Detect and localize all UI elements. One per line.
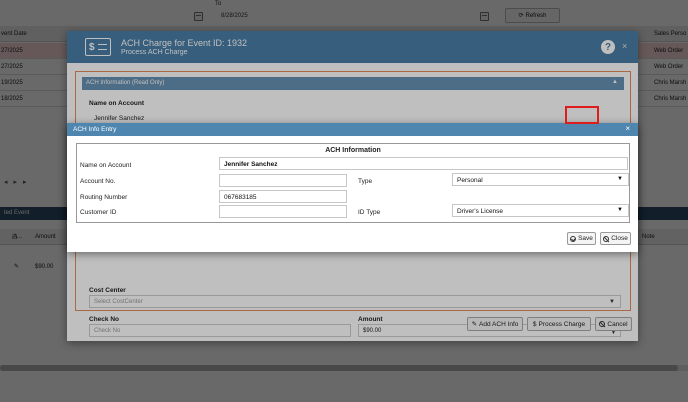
name-on-account-label: Name on Account bbox=[80, 162, 132, 169]
customer-id-input[interactable] bbox=[219, 205, 347, 218]
save-highlight-box bbox=[565, 106, 599, 124]
id-type-select[interactable]: Driver's License ▼ bbox=[452, 204, 629, 217]
close-icon[interactable]: × bbox=[625, 124, 630, 133]
routing-number-label: Routing Number bbox=[80, 194, 128, 201]
customer-id-label: Customer ID bbox=[80, 209, 117, 216]
id-type-label: ID Type bbox=[358, 209, 381, 216]
entry-dialog-header: ACH Info Entry × bbox=[67, 123, 638, 136]
ach-information-title: ACH Information bbox=[325, 147, 381, 154]
entry-dialog-title: ACH Info Entry bbox=[73, 126, 117, 133]
dropdown-arrow-icon: ▼ bbox=[617, 207, 623, 213]
close-button[interactable]: Close bbox=[600, 232, 631, 245]
type-select[interactable]: Personal ▼ bbox=[452, 173, 629, 186]
routing-number-input[interactable]: 067683185 bbox=[219, 190, 347, 203]
account-no-input[interactable] bbox=[219, 174, 347, 187]
ach-info-entry-dialog: ACH Info Entry × ACH Information Name on… bbox=[67, 123, 638, 252]
type-label: Type bbox=[358, 178, 373, 185]
ban-icon bbox=[603, 235, 610, 242]
ach-information-box: ACH Information Name on Account Jennifer… bbox=[76, 143, 630, 223]
check-icon bbox=[570, 235, 577, 242]
dropdown-arrow-icon: ▼ bbox=[617, 176, 623, 182]
account-no-label: Account No. bbox=[80, 178, 116, 185]
name-on-account-input[interactable]: Jennifer Sanchez bbox=[219, 157, 628, 170]
save-button[interactable]: Save bbox=[567, 232, 596, 245]
